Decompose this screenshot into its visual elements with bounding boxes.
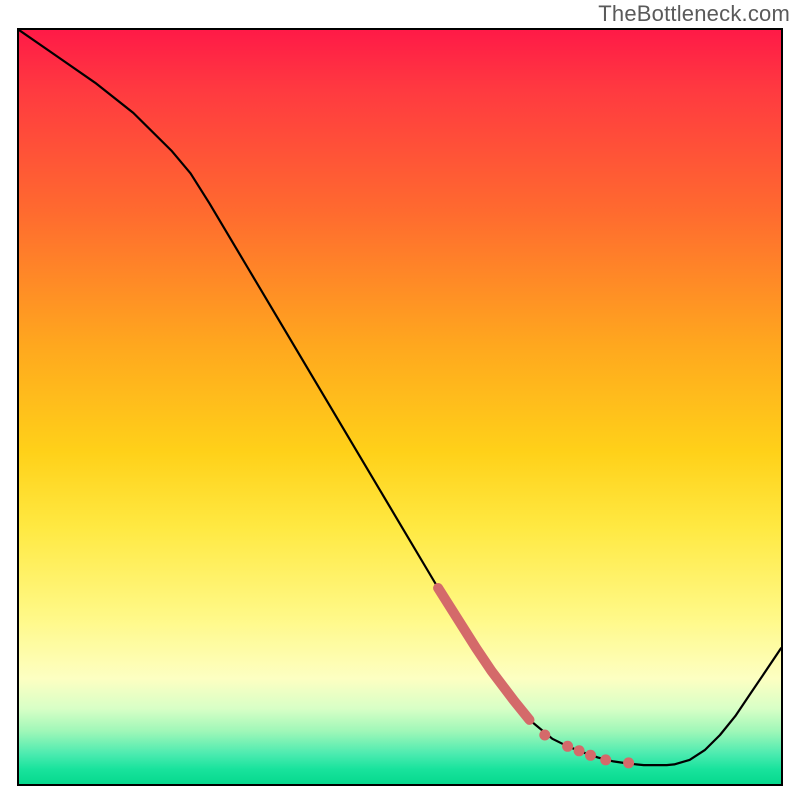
chart-frame: TheBottleneck.com — [0, 0, 800, 800]
plot-svg — [19, 30, 781, 784]
highlight-dot — [562, 741, 573, 752]
highlight-dot — [539, 730, 550, 741]
highlight-dot — [623, 757, 634, 768]
highlight-segment — [438, 588, 529, 720]
plot-area — [17, 28, 783, 786]
watermark-text: TheBottleneck.com — [598, 1, 790, 27]
highlight-dot — [600, 754, 611, 765]
highlight-dot — [574, 745, 585, 756]
curve-line — [19, 30, 781, 765]
highlight-dot — [585, 750, 596, 761]
